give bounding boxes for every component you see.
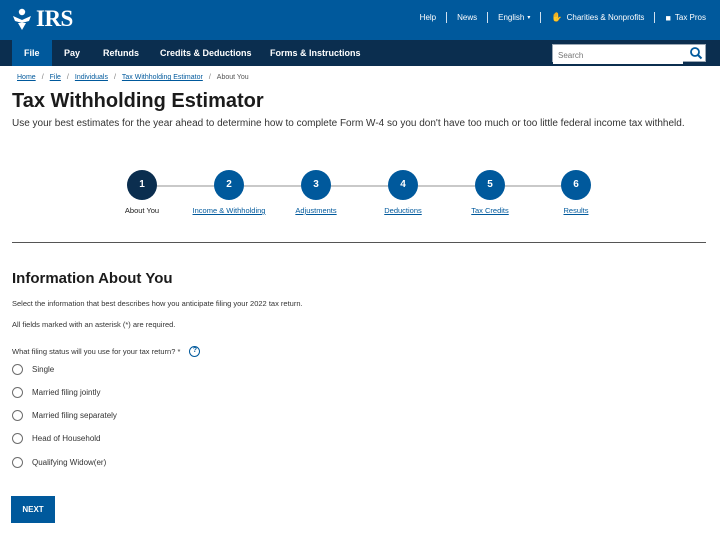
- section-divider: [12, 242, 706, 243]
- next-button[interactable]: NEXT: [11, 496, 55, 523]
- charities-link[interactable]: ✋ Charities & Nonprofits: [551, 12, 644, 23]
- step-number[interactable]: 5: [475, 170, 505, 200]
- language-label: English: [498, 13, 525, 22]
- handshake-icon: ✋: [551, 12, 563, 22]
- nav-item-forms-instructions[interactable]: Forms & Instructions: [270, 40, 361, 66]
- radio-button[interactable]: [12, 364, 23, 375]
- nav-item-credits-deductions[interactable]: Credits & Deductions: [160, 40, 252, 66]
- utility-nav: Help News English ▾ ✋ Charities & Nonprofi…: [420, 12, 706, 23]
- nav-item-refunds[interactable]: Refunds: [103, 40, 139, 66]
- radio-option-married-separately[interactable]: Married filing separately: [12, 410, 117, 421]
- radio-button[interactable]: [12, 410, 23, 421]
- required-note: All fields marked with an asterisk (*) a…: [12, 320, 176, 329]
- step-label[interactable]: Results: [526, 206, 626, 215]
- step-label[interactable]: Adjustments: [266, 206, 366, 215]
- nav-item-pay[interactable]: Pay: [64, 40, 80, 66]
- radio-button[interactable]: [12, 387, 23, 398]
- progress-stepper: 1 About You 2 Income & Withholding 3 Adj…: [0, 170, 720, 220]
- step-label[interactable]: Income & Withholding: [179, 206, 279, 215]
- page-intro: Use your best estimates for the year ahe…: [12, 118, 685, 129]
- radio-label: Head of Household: [32, 434, 101, 443]
- step-deductions[interactable]: 4 Deductions: [353, 170, 453, 215]
- breadcrumb-current: About You: [216, 74, 249, 81]
- step-tax-credits[interactable]: 5 Tax Credits: [440, 170, 540, 215]
- breadcrumb-tax-withholding-estimator[interactable]: Tax Withholding Estimator: [122, 74, 203, 81]
- step-about-you: 1 About You: [92, 170, 192, 215]
- help-link-label: Help: [419, 13, 437, 22]
- top-header: IRS Help News English ▾ ✋ Charities & Nonp…: [0, 0, 720, 40]
- form-instructions: Select the information that best describ…: [12, 299, 303, 308]
- radio-option-married-jointly[interactable]: Married filing jointly: [12, 387, 100, 398]
- step-adjustments[interactable]: 3 Adjustments: [266, 170, 366, 215]
- breadcrumb-separator: /: [208, 74, 211, 81]
- radio-label: Single: [32, 365, 55, 374]
- question-label: What filing status will you use for your…: [12, 347, 181, 356]
- news-link[interactable]: News: [457, 13, 477, 22]
- filing-status-question: What filing status will you use for your…: [12, 346, 201, 357]
- tax-pros-link[interactable]: ■ Tax Pros: [665, 13, 706, 23]
- irs-logo[interactable]: IRS: [11, 6, 73, 32]
- divider: [540, 12, 542, 23]
- search-box: [552, 44, 706, 64]
- breadcrumb: Home / File / Individuals / Tax Withhold…: [17, 74, 249, 81]
- help-link[interactable]: Help: [420, 13, 436, 22]
- section-title: Information About You: [12, 270, 173, 287]
- charities-link-label: Charities & Nonprofits: [566, 13, 645, 22]
- breadcrumb-individuals[interactable]: Individuals: [75, 74, 108, 81]
- nav-item-file[interactable]: File: [12, 40, 52, 66]
- search-input[interactable]: [553, 47, 683, 64]
- logo-text: IRS: [36, 6, 73, 31]
- radio-option-qualifying-widower[interactable]: Qualifying Widow(er): [12, 457, 106, 468]
- step-number[interactable]: 2: [214, 170, 244, 200]
- chevron-down-icon: ▾: [527, 15, 531, 21]
- question-help-icon[interactable]: ?: [189, 346, 201, 357]
- eagle-logo-icon: [13, 8, 31, 30]
- news-link-label: News: [457, 13, 478, 22]
- main-nav: File Pay Refunds Credits & Deductions Fo…: [0, 40, 720, 66]
- breadcrumb-separator: /: [66, 74, 69, 81]
- step-number[interactable]: 3: [301, 170, 331, 200]
- tax-pros-link-label: Tax Pros: [674, 13, 706, 22]
- radio-button[interactable]: [12, 433, 23, 444]
- radio-button[interactable]: [12, 457, 23, 468]
- radio-label: Married filing separately: [32, 411, 117, 420]
- radio-label: Married filing jointly: [32, 388, 101, 397]
- breadcrumb-file[interactable]: File: [50, 74, 61, 81]
- language-select[interactable]: English ▾: [498, 13, 530, 22]
- step-number[interactable]: 6: [561, 170, 591, 200]
- radio-label: Qualifying Widow(er): [32, 458, 107, 467]
- radio-option-single[interactable]: Single: [12, 364, 54, 375]
- step-number[interactable]: 4: [388, 170, 418, 200]
- divider: [654, 12, 656, 23]
- briefcase-icon: ■: [665, 12, 671, 23]
- step-income-withholding[interactable]: 2 Income & Withholding: [179, 170, 279, 215]
- step-number: 1: [127, 170, 157, 200]
- divider: [446, 12, 448, 23]
- breadcrumb-separator: /: [41, 74, 44, 81]
- radio-option-head-of-household[interactable]: Head of Household: [12, 433, 101, 444]
- step-label[interactable]: Tax Credits: [440, 206, 540, 215]
- step-results[interactable]: 6 Results: [526, 170, 626, 215]
- breadcrumb-separator: /: [113, 74, 116, 81]
- step-label: About You: [124, 206, 160, 215]
- page-title: Tax Withholding Estimator: [12, 90, 264, 112]
- breadcrumb-home[interactable]: Home: [17, 74, 36, 81]
- search-icon[interactable]: [689, 46, 703, 60]
- divider: [487, 12, 489, 23]
- step-label[interactable]: Deductions: [353, 206, 453, 215]
